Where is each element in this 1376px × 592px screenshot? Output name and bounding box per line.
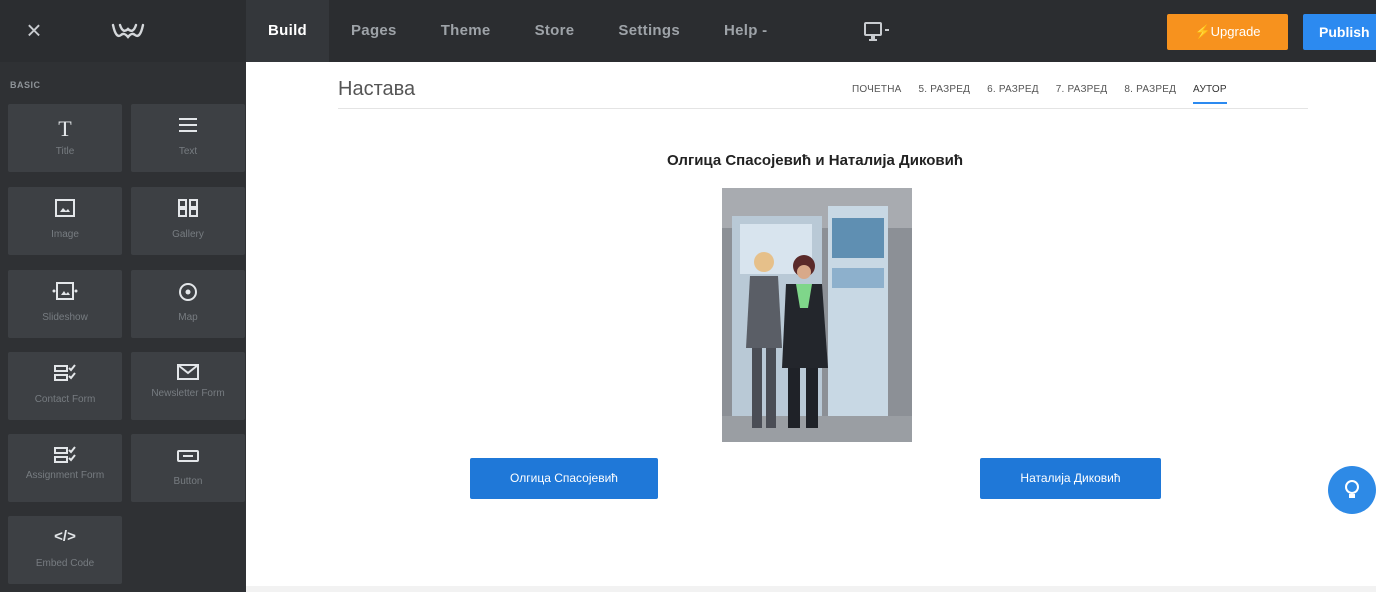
tab-help[interactable]: Help - — [702, 0, 789, 62]
olgica-button[interactable]: Олгица Спасојевић — [470, 458, 658, 499]
tile-label: Map — [178, 312, 198, 323]
tile-text[interactable]: Text — [131, 104, 245, 172]
desktop-preview-icon[interactable] — [864, 22, 894, 42]
tile-map[interactable]: Map — [131, 270, 245, 338]
upgrade-label: Upgrade — [1210, 24, 1261, 39]
site-nav-grade-6[interactable]: 6. РАЗРЕД — [987, 84, 1039, 104]
tile-label: Image — [51, 229, 79, 240]
tile-label: Slideshow — [42, 312, 88, 323]
tab-build[interactable]: Build — [246, 0, 329, 62]
tile-title[interactable]: T Title — [8, 104, 122, 172]
site-nav-grade-8[interactable]: 8. РАЗРЕД — [1124, 84, 1176, 104]
publish-button[interactable]: Publish — [1303, 14, 1376, 50]
tile-label: Embed Code — [35, 558, 95, 569]
upgrade-button[interactable]: ⚡Upgrade — [1167, 14, 1288, 50]
top-toolbar: × Build Pages Theme Store Settings Help … — [0, 0, 1376, 62]
close-icon[interactable]: × — [20, 16, 48, 44]
tile-label: Assignment Form — [25, 470, 105, 481]
tile-embed-code[interactable]: </> Embed Code — [8, 516, 122, 584]
slideshow-icon — [8, 282, 122, 304]
natalija-button[interactable]: Наталија Диковић — [980, 458, 1161, 499]
header-divider — [338, 108, 1308, 109]
title-icon: T — [58, 116, 72, 141]
tile-label: Gallery — [172, 229, 204, 240]
tile-contact-form[interactable]: Contact Form — [8, 352, 122, 420]
embed-code-icon: </> — [54, 528, 76, 545]
editor-nav: Build Pages Theme Store Settings Help - — [246, 0, 789, 62]
lightbulb-icon — [1345, 480, 1359, 498]
newsletter-icon — [131, 364, 245, 386]
weebly-logo-icon[interactable] — [110, 18, 146, 44]
tile-slideshow[interactable]: Slideshow — [8, 270, 122, 338]
site-nav-home[interactable]: ПОЧЕТНА — [852, 84, 901, 104]
tab-theme[interactable]: Theme — [419, 0, 513, 62]
canvas-bottom-edge — [246, 586, 1376, 592]
site-nav-grade-5[interactable]: 5. РАЗРЕД — [918, 84, 970, 104]
tab-settings[interactable]: Settings — [596, 0, 702, 62]
site-title[interactable]: Настава — [338, 78, 415, 101]
gallery-icon — [131, 199, 245, 221]
tile-label: Newsletter Form — [151, 388, 225, 399]
lightbulb-help-button[interactable] — [1328, 466, 1376, 514]
tile-label: Title — [55, 146, 75, 157]
site-nav: ПОЧЕТНА 5. РАЗРЕД 6. РАЗРЕД 7. РАЗРЕД 8.… — [852, 84, 1244, 104]
tile-gallery[interactable]: Gallery — [131, 187, 245, 255]
text-icon — [131, 116, 245, 138]
tab-store[interactable]: Store — [513, 0, 597, 62]
tile-newsletter-form[interactable]: Newsletter Form — [131, 352, 245, 420]
image-icon — [8, 199, 122, 221]
tile-assignment-form[interactable]: Assignment Form — [8, 434, 122, 502]
site-nav-grade-7[interactable]: 7. РАЗРЕД — [1056, 84, 1108, 104]
page-heading[interactable]: Олгица Спасојевић и Наталија Диковић — [540, 152, 1090, 169]
tile-image[interactable]: Image — [8, 187, 122, 255]
author-photo[interactable] — [722, 188, 912, 442]
contact-form-icon — [8, 364, 122, 386]
lightning-icon: ⚡ — [1194, 24, 1211, 39]
button-icon — [131, 446, 245, 468]
section-label-basic: BASIC — [10, 80, 41, 90]
site-nav-author[interactable]: АУТОР — [1193, 84, 1227, 104]
tile-label: Text — [178, 146, 198, 157]
tile-label: Button — [173, 476, 203, 487]
tile-button[interactable]: Button — [131, 434, 245, 502]
tile-label: Contact Form — [34, 394, 96, 405]
tab-pages[interactable]: Pages — [329, 0, 419, 62]
map-icon — [131, 282, 245, 304]
assignment-form-icon — [8, 446, 122, 468]
